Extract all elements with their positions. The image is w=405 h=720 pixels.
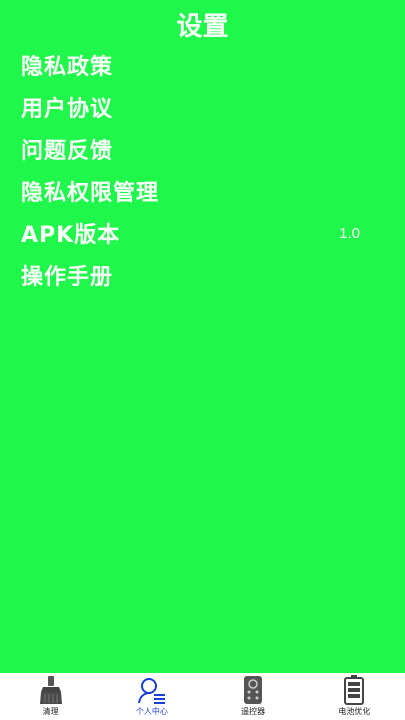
menu-item-privacy-permissions[interactable]: 隐私权限管理 (0, 170, 405, 212)
profile-icon (137, 675, 167, 705)
tab-battery[interactable]: 电池优化 (304, 673, 405, 720)
settings-menu: 隐私政策 用户协议 问题反馈 隐私权限管理 APK版本 1.0 操作手册 (0, 44, 405, 296)
tab-label: 遥控器 (241, 707, 266, 716)
broom-icon (36, 675, 66, 705)
tab-label: 个人中心 (135, 707, 168, 716)
battery-icon (339, 675, 369, 705)
menu-item-apk-version[interactable]: APK版本 1.0 (0, 212, 405, 254)
menu-item-label: 用户协议 (21, 97, 114, 122)
menu-item-user-manual[interactable]: 操作手册 (0, 254, 405, 296)
menu-item-label: 问题反馈 (21, 139, 114, 164)
tab-profile[interactable]: 个人中心 (101, 673, 202, 720)
remote-icon (238, 675, 268, 705)
menu-item-label: 隐私权限管理 (21, 181, 160, 206)
menu-item-label: 操作手册 (21, 265, 114, 290)
menu-item-feedback[interactable]: 问题反馈 (0, 128, 405, 170)
bottom-tab-bar: 清理 个人中心 遥控器 电池优化 (0, 673, 405, 720)
tab-remote[interactable]: 遥控器 (203, 673, 304, 720)
page-title: 设置 (176, 12, 229, 42)
tab-label: 电池优化 (338, 707, 371, 716)
apk-version-value: 1.0 (339, 224, 360, 242)
menu-item-privacy-policy[interactable]: 隐私政策 (0, 44, 405, 86)
menu-item-user-agreement[interactable]: 用户协议 (0, 86, 405, 128)
menu-item-label: APK版本 (21, 223, 121, 248)
tab-label: 清理 (42, 707, 59, 716)
menu-item-label: 隐私政策 (21, 55, 114, 80)
tab-clean[interactable]: 清理 (0, 673, 101, 720)
